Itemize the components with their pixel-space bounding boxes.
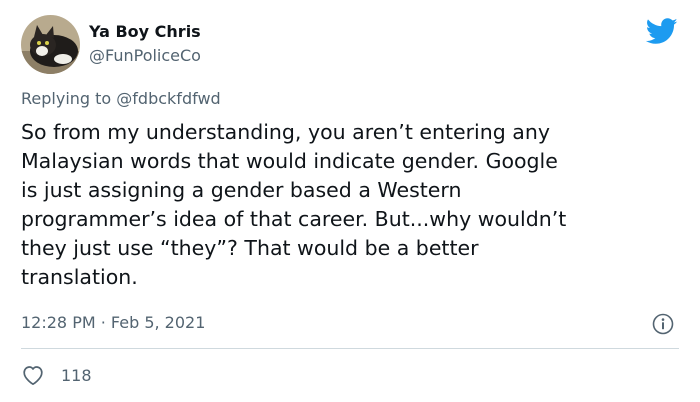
replying-to-line: Replying to @fdbckfdfwd	[21, 89, 221, 108]
tweet-text-line: they just use “they”? That would be a be…	[21, 236, 479, 260]
like-count: 118	[61, 365, 92, 385]
tweet-text-line: programmer’s idea of that career. But...…	[21, 207, 567, 231]
replying-to-mention[interactable]: @fdbckfdfwd	[116, 89, 220, 108]
tweet-text: So from my understanding, you aren’t ent…	[21, 118, 681, 292]
tweet-text-line: Malaysian words that would indicate gend…	[21, 149, 558, 173]
tweet-text-line: is just assigning a gender based a Weste…	[21, 178, 462, 202]
cat-avatar-icon[interactable]	[21, 15, 80, 74]
tweet-timestamp[interactable]: 12:28 PM · Feb 5, 2021	[21, 313, 205, 332]
tweet-text-line: So from my understanding, you aren’t ent…	[21, 120, 550, 144]
tweet-card: Ya Boy Chris @FunPoliceCo Replying to @f…	[0, 0, 700, 402]
like-action[interactable]: 118	[21, 362, 92, 388]
tweet-text-line: translation.	[21, 265, 138, 289]
replying-to-label: Replying to	[21, 89, 112, 108]
author-handle[interactable]: @FunPoliceCo	[89, 46, 201, 65]
divider	[21, 348, 679, 349]
twitter-bird-icon[interactable]	[645, 18, 678, 45]
heart-icon[interactable]	[21, 364, 45, 386]
author-display-name[interactable]: Ya Boy Chris	[89, 22, 201, 41]
info-icon[interactable]	[652, 313, 674, 335]
